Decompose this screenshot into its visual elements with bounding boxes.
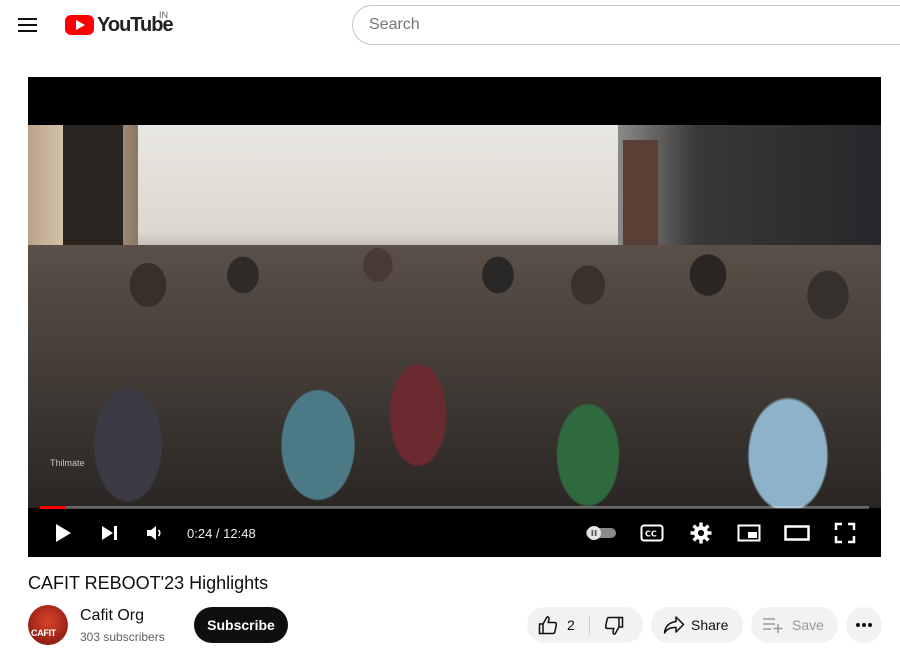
search-input[interactable] <box>352 5 900 45</box>
scene-crowd <box>28 245 881 508</box>
masthead: YouTube IN <box>0 0 900 50</box>
save-playlist-icon <box>762 616 784 634</box>
channel-avatar[interactable]: CAFIT <box>28 605 68 645</box>
captions-icon[interactable]: CC <box>638 519 666 547</box>
dislike-button[interactable] <box>590 607 643 643</box>
play-logo-icon <box>65 15 94 35</box>
video-frame[interactable]: Thilmate <box>28 125 881 508</box>
thumbs-down-icon <box>604 616 624 636</box>
save-label: Save <box>792 617 824 633</box>
youtube-logo[interactable]: YouTube <box>65 12 174 38</box>
country-code: IN <box>159 10 168 20</box>
svg-text:CC: CC <box>645 530 657 539</box>
video-title: CAFIT REBOOT'23 Highlights <box>28 573 269 593</box>
share-label: Share <box>691 617 729 633</box>
subscribe-button[interactable]: Subscribe <box>194 607 288 643</box>
subscriber-count: 303 subscribers <box>80 630 165 644</box>
player-controls: 0:24 / 12:48 CC <box>28 509 881 557</box>
avatar-logo-text: CAFIT <box>31 628 56 638</box>
video-player[interactable]: Thilmate 0:24 / 12:48 CC <box>28 77 881 557</box>
share-icon <box>663 615 685 635</box>
channel-name[interactable]: Cafit Org <box>80 607 144 625</box>
like-button[interactable]: 2 <box>527 607 589 643</box>
like-count: 2 <box>567 617 575 633</box>
volume-icon[interactable] <box>141 519 169 547</box>
thumbs-up-icon <box>538 615 558 635</box>
miniplayer-icon[interactable] <box>735 519 763 547</box>
settings-icon[interactable] <box>687 519 715 547</box>
video-watermark: Thilmate <box>50 458 85 468</box>
fullscreen-icon[interactable] <box>831 519 859 547</box>
menu-icon[interactable] <box>17 14 41 36</box>
autoplay-toggle-icon[interactable] <box>583 519 619 547</box>
more-horizontal-icon <box>855 622 873 628</box>
save-button[interactable]: Save <box>751 607 838 643</box>
like-dislike-segment: 2 <box>527 607 643 643</box>
play-icon[interactable] <box>49 519 77 547</box>
next-icon[interactable] <box>96 519 124 547</box>
time-display: 0:24 / 12:48 <box>187 526 256 541</box>
theater-mode-icon[interactable] <box>783 519 811 547</box>
share-button[interactable]: Share <box>651 607 743 643</box>
more-actions-button[interactable] <box>846 607 882 643</box>
